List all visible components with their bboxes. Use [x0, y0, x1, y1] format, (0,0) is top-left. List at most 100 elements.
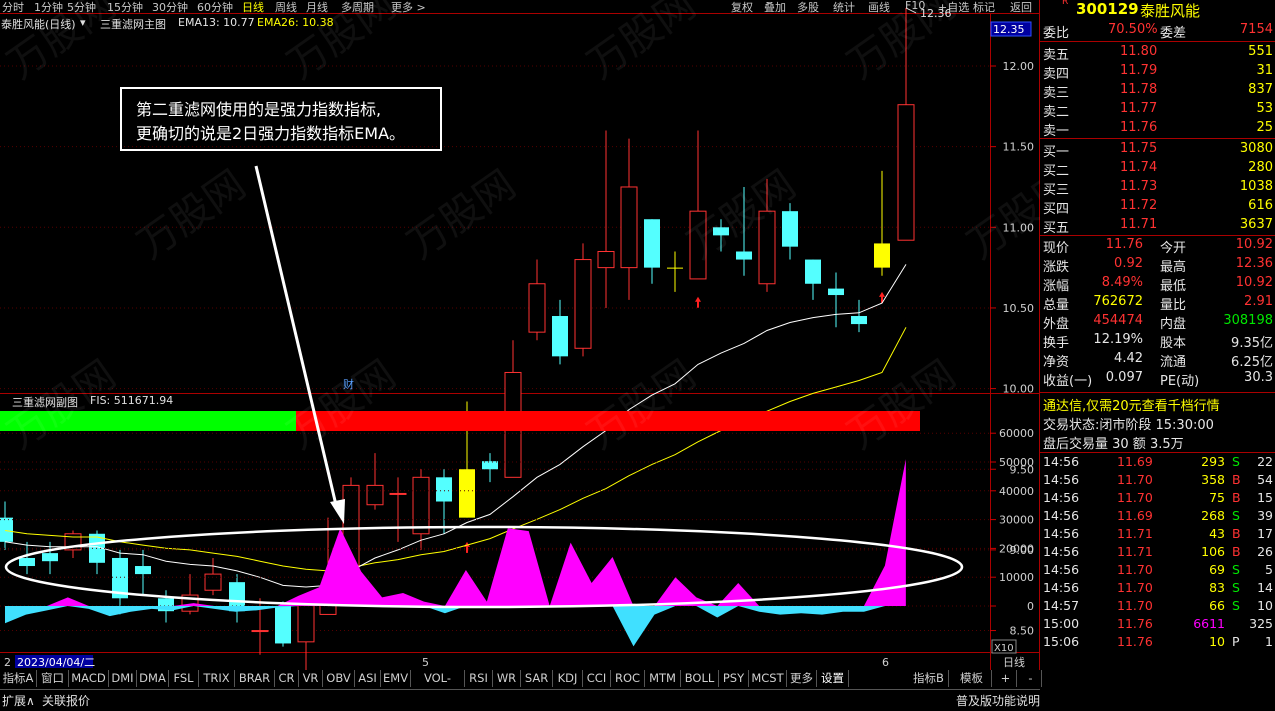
- expand-button[interactable]: 扩展∧: [2, 692, 35, 709]
- price-tick-label: 10.00: [1003, 383, 1035, 396]
- fis-label: FIS: 511671.94: [90, 394, 174, 407]
- candle-body: [459, 469, 475, 518]
- bid-label: 买五: [1043, 221, 1070, 236]
- tick-volume: 6611: [1193, 616, 1225, 631]
- chevron-down-icon[interactable]: ▾: [80, 16, 86, 29]
- stat-value: 0.097: [1105, 370, 1143, 385]
- trade-status: 交易状态:闭市阶段 15:30:00: [1043, 418, 1214, 433]
- stat-label: 换手: [1043, 336, 1070, 351]
- bid-row: 买三 11.73 1038: [1040, 179, 1275, 198]
- indicator-tab-25[interactable]: 设置: [817, 670, 849, 687]
- stat-label: 总量: [1043, 298, 1070, 313]
- indicator-tab-10[interactable]: OBV: [323, 670, 355, 687]
- ad-banner[interactable]: 通达信,仅需20元查看千档行情: [1043, 395, 1220, 414]
- tick-volume: 43: [1209, 526, 1225, 541]
- stat-value: 308198: [1223, 313, 1273, 328]
- stat-value: 30.3: [1244, 370, 1273, 385]
- indicator-tab-1[interactable]: 窗口: [37, 670, 69, 687]
- indicator-tab-2[interactable]: MACD: [69, 670, 109, 687]
- bid-volume: 3637: [1239, 217, 1273, 232]
- tick-count: 1: [1265, 634, 1273, 649]
- candle-body: [0, 517, 13, 542]
- indicator-tab-16[interactable]: SAR: [521, 670, 553, 687]
- indicator-tab-21[interactable]: BOLL: [681, 670, 719, 687]
- tick-volume: 69: [1209, 562, 1225, 577]
- indicator-tab-23[interactable]: MCST: [749, 670, 787, 687]
- tick-price: 11.70: [1117, 472, 1153, 487]
- annotation-arrow: [254, 165, 338, 506]
- stat-row: 总量 762672 量比 2.91: [1040, 294, 1275, 313]
- tick-side: S: [1232, 454, 1240, 469]
- ema26-label: EMA26: 10.38: [257, 16, 334, 29]
- bottom-right-tab-0[interactable]: 指标B: [909, 670, 949, 687]
- indicator-tab-9[interactable]: VR: [299, 670, 323, 687]
- indicator-tab-4[interactable]: DMA: [137, 670, 169, 687]
- indicator-tab-13[interactable]: VOL-TDX: [411, 670, 465, 702]
- indicator-tab-20[interactable]: MTM: [645, 670, 681, 687]
- tick-row: 15:06 11.76 10 P 1: [1040, 634, 1275, 652]
- candle-body: [597, 250, 615, 269]
- feature-description-link[interactable]: 普及版功能说明: [956, 692, 1040, 709]
- indicator-tab-24[interactable]: 更多: [787, 670, 817, 687]
- candle-body: [275, 606, 291, 644]
- tick-row: 14:56 11.70 83 S 14: [1040, 580, 1275, 598]
- indicator-name[interactable]: 三重滤网主图: [100, 16, 166, 32]
- stat-row: 涨跌 0.92 最高 12.36: [1040, 256, 1275, 275]
- sub-chart-title[interactable]: 三重滤网副图: [12, 394, 78, 410]
- indicator-tab-bar: 指标A 窗口 MACD DMI DMA FSL TRIX BRAR CR VR OBV ASI EMV V…: [0, 670, 990, 702]
- date-label: 2023/04/04/二: [17, 656, 95, 669]
- panel-divider: [1040, 392, 1275, 393]
- bid-label: 买三: [1043, 183, 1070, 198]
- candle-body: [412, 476, 430, 535]
- tick-price: 11.76: [1117, 616, 1153, 631]
- bid-row: 买五 11.71 3637: [1040, 217, 1275, 236]
- tick-side: B: [1232, 472, 1241, 487]
- indicator-tab-17[interactable]: KDJ: [553, 670, 583, 687]
- indicator-tab-12[interactable]: EMV: [381, 670, 411, 687]
- tick-count: 54: [1257, 472, 1273, 487]
- bid-price: 11.73: [1120, 179, 1158, 194]
- force-tick-label: 10000: [999, 571, 1034, 584]
- watermark-text: 万股网: [399, 162, 524, 269]
- force-tick-label: 40000: [999, 485, 1034, 498]
- indicator-tab-14[interactable]: RSI: [465, 670, 493, 687]
- indicator-tab-6[interactable]: TRIX: [199, 670, 235, 687]
- tick-row: 14:56 11.71 106 B 26: [1040, 544, 1275, 562]
- indicator-tab-0[interactable]: 指标A: [0, 670, 37, 687]
- candle-body: [805, 259, 821, 284]
- ask-volume: 837: [1248, 82, 1273, 97]
- bottom-right-tab-3[interactable]: -: [1020, 670, 1042, 687]
- bid-volume: 616: [1248, 198, 1273, 213]
- bid-price: 11.71: [1120, 217, 1158, 232]
- indicator-tab-7[interactable]: BRAR: [235, 670, 275, 687]
- tick-count: 10: [1257, 598, 1273, 613]
- indicator-tab-22[interactable]: PSY: [719, 670, 749, 687]
- annotation-arrowhead: [330, 499, 345, 524]
- bid-price: 11.72: [1120, 198, 1158, 213]
- related-quote-button[interactable]: 关联报价: [42, 692, 90, 709]
- stat-label: 外盘: [1043, 317, 1070, 332]
- candle-body: [574, 259, 592, 349]
- bottom-right-tab-2[interactable]: +: [995, 670, 1017, 687]
- tick-volume: 106: [1201, 544, 1225, 559]
- indicator-tab-8[interactable]: CR: [275, 670, 299, 687]
- main-chart-title: 泰胜风能(日线): [1, 18, 76, 31]
- ask-label: 卖一: [1043, 124, 1070, 139]
- indicator-tab-3[interactable]: DMI: [109, 670, 137, 687]
- indicator-tab-19[interactable]: ROC: [611, 670, 645, 687]
- indicator-tab-18[interactable]: CCI: [583, 670, 611, 687]
- tick-row: 14:56 11.71 43 B 17: [1040, 526, 1275, 544]
- trade-status-row: 交易状态:闭市阶段 15:30:00: [1040, 414, 1275, 433]
- tick-time: 14:56: [1043, 580, 1080, 595]
- stat-label: 股本: [1160, 336, 1187, 351]
- bid-volume: 280: [1248, 160, 1273, 175]
- bid-row: 买四 11.72 616: [1040, 198, 1275, 217]
- indicator-tab-11[interactable]: ASI: [355, 670, 381, 687]
- sub-chart-header: 三重滤网副图 FIS: 511671.94: [0, 394, 300, 410]
- indicator-tab-15[interactable]: WR: [493, 670, 521, 687]
- tick-side: P: [1232, 634, 1240, 649]
- indicator-tab-5[interactable]: FSL: [169, 670, 199, 687]
- bottom-right-tab-1[interactable]: 模板: [952, 670, 992, 687]
- ask-price: 11.78: [1120, 82, 1158, 97]
- ask-row: 卖四 11.79 31: [1040, 63, 1275, 82]
